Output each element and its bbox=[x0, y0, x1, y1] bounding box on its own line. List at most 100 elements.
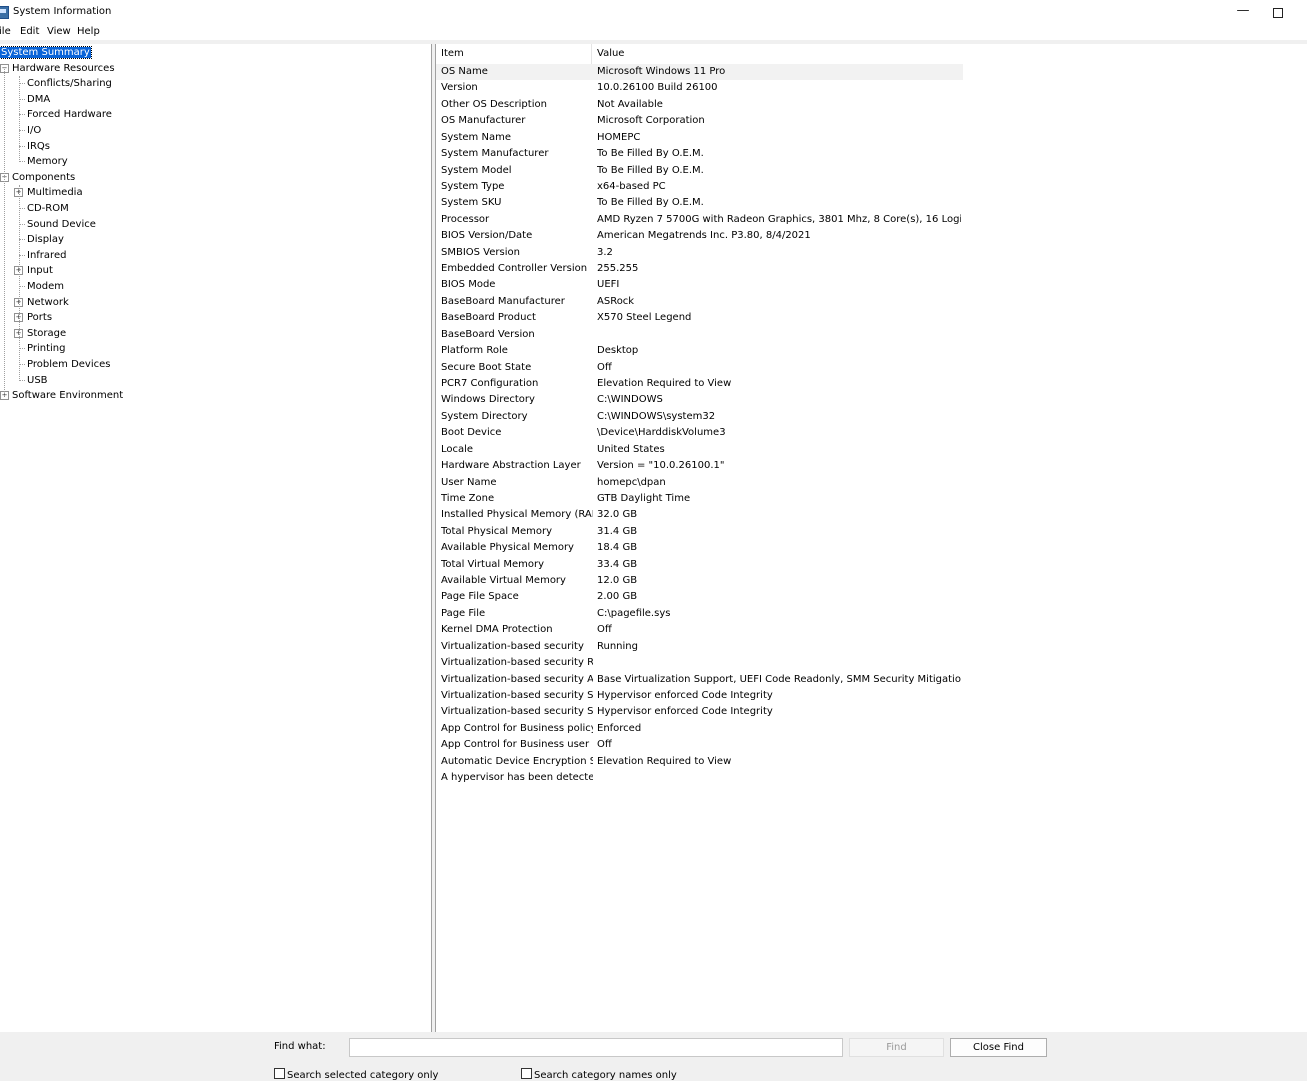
list-row[interactable]: Total Virtual Memory 33.4 GB bbox=[436, 557, 963, 573]
list-row[interactable]: Total Physical Memory 31.4 GB bbox=[436, 524, 963, 540]
value-cell: GTB Daylight Time bbox=[597, 492, 691, 504]
list-row[interactable]: Time Zone GTB Daylight Time bbox=[436, 491, 963, 507]
value-cell: United States bbox=[597, 443, 665, 455]
list-row[interactable]: BIOS Mode UEFI bbox=[436, 277, 963, 293]
tree-item[interactable]: Ports bbox=[27, 310, 52, 325]
tree-item[interactable]: IRQs bbox=[27, 139, 50, 154]
tree-item[interactable]: USB bbox=[27, 373, 48, 388]
tree-item[interactable]: Software Environment bbox=[12, 388, 123, 403]
menu-file[interactable]: File bbox=[0, 26, 11, 37]
details-list[interactable]: Item Value OS Name Microsoft Windows 11 P… bbox=[435, 44, 1307, 1032]
checkbox-box[interactable] bbox=[274, 1068, 285, 1079]
tree-item[interactable]: Network bbox=[27, 295, 69, 310]
list-row[interactable]: BaseBoard Manufacturer ASRock bbox=[436, 294, 963, 310]
menu-help[interactable]: Help bbox=[77, 26, 100, 37]
tree-item[interactable]: Problem Devices bbox=[27, 357, 110, 372]
tree-item[interactable]: I/O bbox=[27, 123, 41, 138]
list-row[interactable]: BIOS Version/Date American Megatrends Inc… bbox=[436, 228, 963, 244]
list-row[interactable]: Page File Space 2.00 GB bbox=[436, 589, 963, 605]
value-cell: Desktop bbox=[597, 345, 639, 357]
tree-item[interactable]: DMA bbox=[27, 92, 50, 107]
tree-item[interactable]: Forced Hardware bbox=[27, 107, 112, 122]
tree-item[interactable]: System Summary bbox=[0, 45, 92, 60]
item-cell: App Control for Business user ... bbox=[441, 739, 593, 751]
column-header-item[interactable]: Item bbox=[441, 48, 464, 59]
list-row[interactable]: System Manufacturer To Be Filled By O.E.M… bbox=[436, 146, 963, 162]
tree-item[interactable]: Conflicts/Sharing bbox=[27, 76, 112, 91]
value-cell: C:\pagefile.sys bbox=[597, 607, 671, 619]
list-row[interactable]: SMBIOS Version 3.2 bbox=[436, 245, 963, 261]
tree-item[interactable]: Printing bbox=[27, 341, 65, 356]
list-row[interactable]: Virtualization-based security Se... Hyper… bbox=[436, 688, 963, 704]
list-row[interactable]: PCR7 Configuration Elevation Required to … bbox=[436, 376, 963, 392]
search-category-names-checkbox[interactable]: Search category names only bbox=[521, 1068, 677, 1081]
list-row[interactable]: System Name HOMEPC bbox=[436, 130, 963, 146]
tree-item[interactable]: Input bbox=[27, 263, 53, 278]
checkbox-box[interactable] bbox=[521, 1068, 532, 1079]
list-row[interactable]: BaseBoard Version bbox=[436, 327, 963, 343]
minimize-button[interactable]: — bbox=[1225, 0, 1261, 24]
menu-edit[interactable]: Edit bbox=[20, 26, 39, 37]
tree-item[interactable]: Sound Device bbox=[27, 217, 96, 232]
list-row[interactable]: Virtualization-based security Running bbox=[436, 639, 963, 655]
tree-item-label: Infrared bbox=[27, 249, 67, 261]
find-button[interactable]: Find bbox=[849, 1038, 944, 1057]
value-cell: Off bbox=[597, 739, 612, 751]
value-cell: Off bbox=[597, 624, 612, 636]
list-row[interactable]: Installed Physical Memory (RAM) 32.0 GB bbox=[436, 507, 963, 523]
list-row[interactable]: System Model To Be Filled By O.E.M. bbox=[436, 163, 963, 179]
close-find-button[interactable]: Close Find bbox=[950, 1038, 1047, 1057]
list-row[interactable]: Locale United States bbox=[436, 442, 963, 458]
list-row[interactable]: Kernel DMA Protection Off bbox=[436, 622, 963, 638]
find-bar: Find what: Find Close Find Search select… bbox=[0, 1032, 1307, 1081]
tree-item[interactable]: Infrared bbox=[27, 248, 66, 263]
value-cell: Version = "10.0.26100.1" bbox=[597, 460, 725, 472]
list-row[interactable]: Available Virtual Memory 12.0 GB bbox=[436, 573, 963, 589]
maximize-button[interactable] bbox=[1260, 0, 1296, 24]
list-row[interactable]: Processor AMD Ryzen 7 5700G with Radeon G… bbox=[436, 212, 963, 228]
list-row[interactable]: User Name homepc\dpan bbox=[436, 475, 963, 491]
list-row[interactable]: Automatic Device Encryption Su... Elevati… bbox=[436, 754, 963, 770]
list-row[interactable]: Hardware Abstraction Layer Version = "10.… bbox=[436, 458, 963, 474]
list-row[interactable]: System Type x64-based PC bbox=[436, 179, 963, 195]
category-tree[interactable]: System Summary Hardware Resources − Conflic… bbox=[0, 44, 432, 1032]
list-row[interactable]: App Control for Business policy Enforced bbox=[436, 721, 963, 737]
list-row[interactable]: Boot Device \Device\HarddiskVolume3 bbox=[436, 425, 963, 441]
list-row[interactable]: OS Name Microsoft Windows 11 Pro bbox=[436, 64, 963, 80]
tree-item[interactable]: Components bbox=[12, 170, 75, 185]
tree-item[interactable]: Multimedia bbox=[27, 185, 83, 200]
tree-item[interactable]: Display bbox=[27, 232, 64, 247]
value-cell: C:\WINDOWS bbox=[597, 394, 663, 406]
list-row[interactable]: BaseBoard Product X570 Steel Legend bbox=[436, 310, 963, 326]
value-cell: 10.0.26100 Build 26100 bbox=[597, 82, 718, 94]
list-row[interactable]: Version 10.0.26100 Build 26100 bbox=[436, 80, 963, 96]
list-row[interactable]: System SKU To Be Filled By O.E.M. bbox=[436, 195, 963, 211]
list-row[interactable]: Virtualization-based security Re... bbox=[436, 655, 963, 671]
item-cell: BIOS Mode bbox=[441, 279, 496, 291]
list-row[interactable]: Windows Directory C:\WINDOWS bbox=[436, 392, 963, 408]
tree-item-label: Components bbox=[12, 171, 76, 183]
list-row[interactable]: App Control for Business user ... Off bbox=[436, 737, 963, 753]
find-what-input[interactable] bbox=[349, 1038, 843, 1057]
tree-item[interactable]: CD-ROM bbox=[27, 201, 69, 216]
list-row[interactable]: Virtualization-based security Se... Hyper… bbox=[436, 704, 963, 720]
value-cell: 31.4 GB bbox=[597, 525, 638, 537]
list-row[interactable]: OS Manufacturer Microsoft Corporation bbox=[436, 113, 963, 129]
list-row[interactable]: A hypervisor has been detecte... bbox=[436, 770, 963, 786]
list-row[interactable]: Available Physical Memory 18.4 GB bbox=[436, 540, 963, 556]
list-row[interactable]: Page File C:\pagefile.sys bbox=[436, 606, 963, 622]
search-selected-category-checkbox[interactable]: Search selected category only bbox=[274, 1068, 438, 1081]
list-row[interactable]: Other OS Description Not Available bbox=[436, 97, 963, 113]
tree-item[interactable]: Hardware Resources bbox=[12, 61, 115, 76]
tree-item[interactable]: Memory bbox=[27, 154, 68, 169]
list-row[interactable]: Platform Role Desktop bbox=[436, 343, 963, 359]
column-header-value[interactable]: Value bbox=[597, 48, 624, 59]
list-row[interactable]: Secure Boot State Off bbox=[436, 360, 963, 376]
tree-item[interactable]: Storage bbox=[27, 326, 66, 341]
menu-view[interactable]: View bbox=[47, 26, 71, 37]
tree-item[interactable]: Modem bbox=[27, 279, 64, 294]
list-row[interactable]: Virtualization-based security Av... Base … bbox=[436, 672, 963, 688]
column-divider[interactable] bbox=[591, 44, 592, 64]
list-row[interactable]: System Directory C:\WINDOWS\system32 bbox=[436, 409, 963, 425]
list-row[interactable]: Embedded Controller Version 255.255 bbox=[436, 261, 963, 277]
